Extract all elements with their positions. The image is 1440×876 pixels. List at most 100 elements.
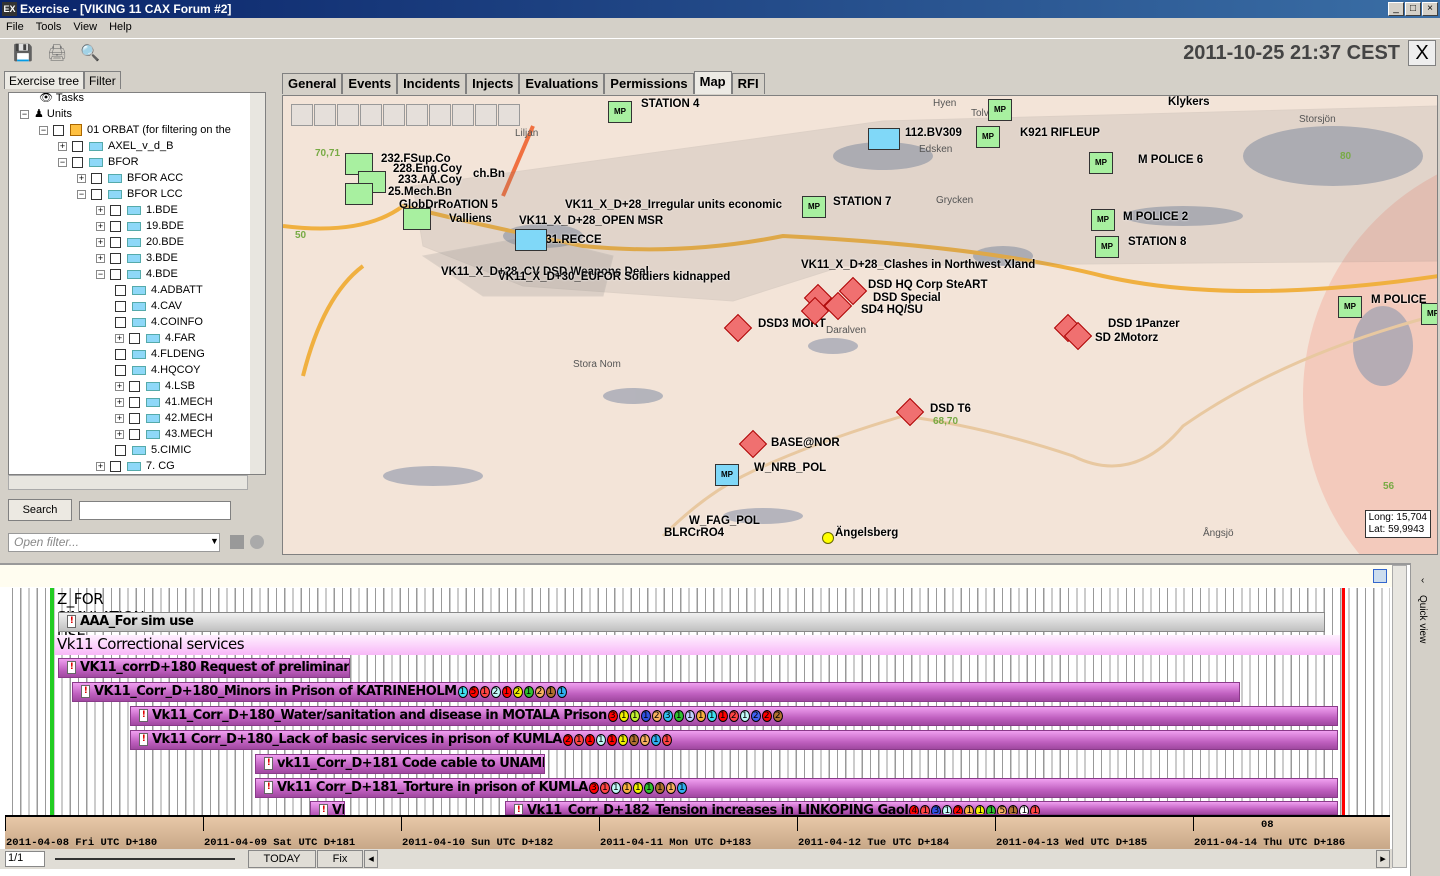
unit-symbol[interactable] — [515, 229, 547, 251]
timeline-event-bar[interactable]: ! VK11_Corr_D+180_Minors in Prison of KAT… — [72, 682, 1240, 702]
map-label[interactable]: 233.AA.Coy — [398, 174, 462, 186]
timeline-event-bar[interactable]: ! AAA_For sim use — [58, 612, 1325, 632]
expand-icon[interactable]: + — [115, 333, 124, 343]
close-window-button[interactable]: × — [1422, 2, 1438, 16]
menu-view[interactable]: View — [73, 21, 97, 33]
checkbox[interactable] — [129, 428, 140, 440]
search-icon[interactable]: 🔍 — [80, 44, 100, 64]
tree-item[interactable]: +42.MECH — [115, 410, 213, 426]
tree-item[interactable]: − 4.BDE — [96, 266, 178, 282]
map-label[interactable]: STATION 7 — [833, 196, 891, 208]
collapse-icon[interactable]: − — [39, 125, 48, 135]
tab-general[interactable]: General — [282, 73, 343, 94]
checkbox[interactable] — [72, 140, 83, 152]
scroll-left-button[interactable]: ◂ — [364, 850, 378, 868]
expand-icon[interactable]: + — [96, 461, 105, 471]
tree-item[interactable]: 4.COINFO — [115, 314, 203, 330]
expand-icon[interactable]: + — [96, 237, 105, 247]
expand-icon[interactable]: + — [96, 253, 105, 263]
expand-icon[interactable]: + — [115, 397, 124, 407]
map-label[interactable]: VK11_X_D+28_Irregular units economic — [565, 199, 782, 211]
tree-item[interactable]: + BFOR ACC — [77, 170, 183, 186]
map-label[interactable]: Klykers — [1168, 96, 1210, 108]
menu-file[interactable]: File — [6, 21, 24, 33]
map-label[interactable]: VK11_X_D+30_EUFOR Soldiers kidnapped — [498, 271, 730, 283]
tree-item[interactable]: + AXEL_v_d_B — [58, 138, 173, 154]
save-icon[interactable]: 💾 — [13, 44, 33, 64]
map-label[interactable]: 112.BV309 — [905, 127, 962, 139]
tree-item[interactable]: +1.BDE — [96, 202, 178, 218]
timeline-event-bar[interactable]: ! Vk11 Corr_D+181_Torture in prison of KU… — [255, 778, 1338, 798]
checkbox[interactable] — [115, 348, 126, 360]
checkbox[interactable] — [129, 332, 140, 344]
tree-item[interactable]: +20.BDE — [96, 234, 184, 250]
tree-item[interactable]: − BFOR LCC — [77, 186, 183, 202]
timeline-options-icon[interactable] — [1373, 569, 1387, 583]
map-label[interactable]: M POLICE — [1371, 294, 1427, 306]
page-selector[interactable]: 1/1 — [5, 851, 45, 867]
tab-rfi[interactable]: RFI — [731, 73, 765, 94]
mp-unit-symbol[interactable]: MP — [988, 99, 1012, 121]
mp-unit-symbol[interactable]: MP — [715, 464, 739, 486]
tree-item[interactable]: +4.LSB — [115, 378, 195, 394]
scroll-right-button[interactable]: ▸ — [1376, 850, 1390, 868]
unit-symbol[interactable] — [403, 208, 431, 230]
clear-filter-icon[interactable] — [250, 535, 264, 549]
checkbox[interactable] — [110, 236, 121, 248]
map-label[interactable]: DSD Special — [873, 292, 941, 304]
checkbox[interactable] — [129, 412, 140, 424]
checkbox[interactable] — [115, 444, 126, 456]
tree-vertical-scrollbar[interactable] — [250, 93, 265, 474]
quick-view-label[interactable]: Quick view — [1417, 595, 1428, 643]
timeline-group[interactable]: Vk11 Correctional services — [55, 635, 1340, 655]
tree-item[interactable]: − 01 ORBAT (for filtering on the — [39, 122, 231, 138]
quick-view-panel[interactable]: ‹ Quick view — [1410, 563, 1440, 876]
tree-item[interactable]: − BFOR — [58, 154, 139, 170]
menu-help[interactable]: Help — [109, 21, 132, 33]
pan-tool-icon[interactable] — [314, 104, 336, 126]
tree-horizontal-scrollbar[interactable] — [8, 475, 248, 490]
map-label[interactable]: VK11_X_D+28_Clashes in Northwest Xland — [801, 259, 1035, 271]
line-tool-icon[interactable] — [452, 104, 474, 126]
map-label[interactable]: Valliens — [449, 213, 492, 225]
mp-unit-symbol[interactable]: MP — [608, 101, 632, 123]
tab-filter[interactable]: Filter — [84, 71, 121, 89]
layer-tool-icon[interactable] — [429, 104, 451, 126]
map-label[interactable]: BLRCrRO4 — [664, 527, 724, 539]
timeline-vertical-scrollbar[interactable] — [1392, 565, 1407, 868]
map-label[interactable]: BASE@NOR — [771, 437, 840, 449]
map-label[interactable]: SD 2Motorz — [1095, 332, 1158, 344]
checkbox[interactable] — [53, 124, 64, 136]
print-icon[interactable]: 🖨 — [47, 44, 67, 64]
map-label[interactable]: ch.Bn — [473, 168, 505, 180]
mp-unit-symbol[interactable]: MP — [1095, 236, 1119, 258]
checkbox[interactable] — [115, 364, 126, 376]
map-label[interactable]: 131.RECCE — [539, 234, 602, 246]
checkbox[interactable] — [115, 316, 126, 328]
collapse-icon[interactable]: − — [77, 189, 86, 199]
expand-icon[interactable]: + — [58, 141, 67, 151]
close-button[interactable]: X — [1408, 40, 1436, 66]
checkbox[interactable] — [115, 300, 126, 312]
map-label[interactable]: STATION 8 — [1128, 236, 1186, 248]
timeline-event-bar[interactable]: ! VK11_corrD+180 Request of preliminary a — [58, 658, 350, 678]
collapse-icon[interactable]: − — [96, 269, 105, 279]
timeline-event-bar[interactable]: ! vk11_Corr_D+181 Code cable to UNAMIB ( — [255, 754, 545, 774]
mp-unit-symbol[interactable]: MP — [976, 126, 1000, 148]
timeline-event-bar[interactable]: ! Vk11_Corr_D+182_Tension increases in LI… — [505, 801, 1338, 815]
expand-icon[interactable]: + — [96, 221, 105, 231]
mp-unit-symbol[interactable]: MP — [1091, 209, 1115, 231]
checkbox[interactable] — [110, 460, 121, 472]
mp-unit-symbol[interactable]: MP — [802, 196, 826, 218]
mp-unit-symbol[interactable]: MP — [1338, 296, 1362, 318]
location-point-icon[interactable] — [822, 532, 834, 544]
tree-item[interactable]: +3.BDE — [96, 250, 178, 266]
search-input[interactable] — [79, 501, 231, 520]
checkbox[interactable] — [91, 188, 102, 200]
map-label[interactable]: SD4 HQ/SU — [861, 304, 923, 316]
map-label[interactable]: M POLICE 6 — [1138, 154, 1203, 166]
chevron-left-icon[interactable]: ‹ — [1421, 575, 1424, 586]
collapse-icon[interactable]: − — [58, 157, 67, 167]
measure-tool-icon[interactable] — [383, 104, 405, 126]
tree-item[interactable]: 4.FLDENG — [115, 346, 205, 362]
